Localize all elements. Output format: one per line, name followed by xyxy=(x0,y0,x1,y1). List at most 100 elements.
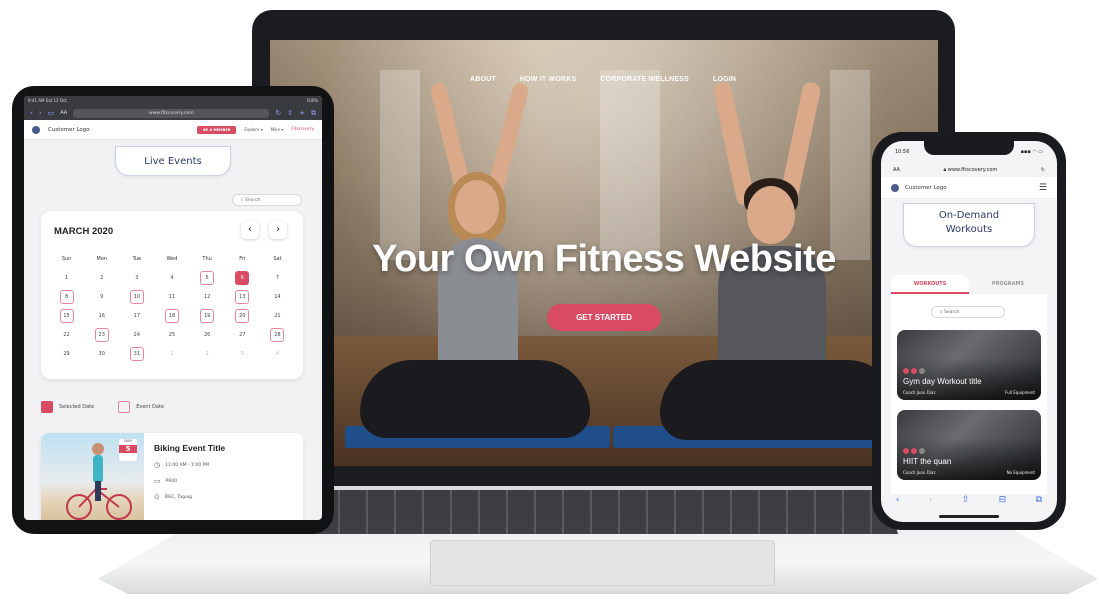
calendar-day[interactable]: 16 xyxy=(84,308,119,323)
calendar-day[interactable]: 30 xyxy=(84,346,119,361)
prev-month-button[interactable]: ‹ xyxy=(241,221,259,239)
forward-arrow-icon[interactable]: › xyxy=(929,495,933,505)
nav-how-it-works[interactable]: HOW IT WORKS xyxy=(520,76,576,83)
tab-workouts[interactable]: WORKOUTS xyxy=(891,275,969,294)
calendar-day[interactable]: 2 xyxy=(84,270,119,285)
day-number: 13 xyxy=(235,289,250,304)
content-tabs: WORKOUTS PROGRAMS xyxy=(891,275,1047,294)
tabs-icon[interactable]: ⧉ xyxy=(1036,495,1042,505)
event-card[interactable]: MAR 5 Biking Event Title ◷ 11:00 AM - 1:0… xyxy=(41,433,303,520)
phone-screen: 10:56 ▪▪▪ ◠ ▭ AA 🔒︎ www.fitscovery.com ↻… xyxy=(881,141,1057,522)
day-number: 23 xyxy=(94,327,109,342)
book-icon[interactable]: ▭ xyxy=(48,109,55,117)
calendar-day-event[interactable]: 8 xyxy=(49,289,84,304)
calendar-day[interactable]: 27 xyxy=(225,327,260,342)
forward-arrow-icon[interactable]: › xyxy=(39,109,42,117)
calendar-day[interactable]: 22 xyxy=(49,327,84,342)
event-time-text: 11:00 AM - 1:00 PM xyxy=(165,462,210,468)
new-tab-icon[interactable]: + xyxy=(299,109,305,117)
calendar-day[interactable]: 12 xyxy=(190,289,225,304)
text-size-button[interactable]: AA xyxy=(60,110,67,116)
weekday-header: Tue xyxy=(132,255,142,262)
calendar-day[interactable]: 11 xyxy=(154,289,189,304)
event-price-text: P600 xyxy=(165,478,177,484)
share-icon[interactable]: ⇧ xyxy=(962,495,970,505)
day-number: 2 xyxy=(205,350,209,357)
bookmarks-icon[interactable]: ⊟ xyxy=(999,495,1007,505)
address-bar[interactable]: www.fitscovery.com xyxy=(73,108,270,118)
calendar-legend: Selected Date Event Date xyxy=(41,401,164,413)
back-arrow-icon[interactable]: ‹ xyxy=(896,495,900,505)
phone-address-bar[interactable]: AA 🔒︎ www.fitscovery.com ↻ xyxy=(881,163,1057,177)
calendar-day-event[interactable]: 23 xyxy=(84,327,119,342)
location-pin-icon: ⊙ xyxy=(154,493,160,501)
nav-login[interactable]: LOGIN xyxy=(713,76,736,83)
day-number: 26 xyxy=(203,331,211,338)
phone-url: www.fitscovery.com xyxy=(947,167,998,173)
hamburger-menu-icon[interactable]: ☰ xyxy=(1039,183,1047,193)
text-size-button[interactable]: AA xyxy=(893,167,900,173)
tab-programs[interactable]: PROGRAMS xyxy=(969,275,1047,294)
calendar-day[interactable]: 29 xyxy=(49,346,84,361)
event-image: MAR 5 xyxy=(41,433,144,520)
calendar-day[interactable]: 24 xyxy=(119,327,154,342)
calendar-day[interactable]: 3 xyxy=(119,270,154,285)
day-number: 30 xyxy=(98,350,105,357)
customer-logo[interactable]: Customer Logo xyxy=(905,185,947,191)
be-a-member-button[interactable]: BE A MEMBER xyxy=(197,125,237,134)
calendar-day-event[interactable]: 5 xyxy=(190,270,225,285)
workout-card[interactable]: HIIT the quan Coach Juan Diaz No Equipme… xyxy=(897,410,1041,480)
calendar-day[interactable]: 9 xyxy=(84,289,119,304)
calendar-day-event[interactable]: 18 xyxy=(154,308,189,323)
calendar-day-event[interactable]: 19 xyxy=(190,308,225,323)
calendar-day[interactable]: 4 xyxy=(154,270,189,285)
day-number: 25 xyxy=(168,331,176,338)
calendar-day-event[interactable]: 10 xyxy=(119,289,154,304)
event-title: Biking Event Title xyxy=(154,443,226,453)
day-number: 8 xyxy=(59,289,74,304)
day-number: 3 xyxy=(240,350,244,357)
tablet-status-bar: 9:41 AM Sat 12 Oct 100% xyxy=(24,96,322,106)
calendar-day[interactable]: 1 xyxy=(49,270,84,285)
day-number: 12 xyxy=(203,293,211,300)
next-month-button[interactable]: › xyxy=(269,221,287,239)
calendar-day-event[interactable]: 15 xyxy=(49,308,84,323)
user-menu[interactable]: Mike ▾ xyxy=(271,127,283,132)
calendar-day-event[interactable]: 28 xyxy=(260,327,295,342)
calendar-day-event[interactable]: 20 xyxy=(225,308,260,323)
event-location-text: BGC, Taguig xyxy=(164,494,192,500)
calendar-grid: Sun Mon Tue Wed Thu Fri Sat 1 2 3 4 5 6 7 8 9 10 11 12 13 14… xyxy=(49,251,295,361)
customer-logo[interactable]: Customer Logo xyxy=(48,127,189,133)
calendar-day[interactable]: 21 xyxy=(260,308,295,323)
back-arrow-icon[interactable]: ‹ xyxy=(30,109,33,117)
battery-level: 100% xyxy=(306,98,318,103)
nav-about[interactable]: ABOUT xyxy=(470,76,496,83)
day-number: 4 xyxy=(275,350,279,357)
hero-title: Your Own Fitness Website xyxy=(372,238,836,280)
selected-swatch xyxy=(41,401,53,413)
calendar-day[interactable]: 26 xyxy=(190,327,225,342)
laptop-trackpad xyxy=(430,540,775,586)
get-started-button[interactable]: GET STARTED xyxy=(547,304,661,331)
workout-title: Gym day Workout title xyxy=(903,377,982,386)
explore-menu[interactable]: Explore ▾ xyxy=(244,127,262,132)
reload-icon[interactable]: ↻ xyxy=(1041,167,1045,173)
calendar-day-event[interactable]: 31 xyxy=(119,346,154,361)
tabs-icon[interactable]: ⧉ xyxy=(311,109,316,118)
calendar-day[interactable]: 14 xyxy=(260,289,295,304)
calendar-day[interactable]: 25 xyxy=(154,327,189,342)
laptop-keyboard xyxy=(312,490,898,534)
share-icon[interactable]: ⇧ xyxy=(287,109,293,117)
calendar-day-event[interactable]: 13 xyxy=(225,289,260,304)
search-input[interactable]: ⌕ Search xyxy=(232,194,302,206)
fitscovery-logo[interactable]: Fitscovery xyxy=(291,127,314,132)
nav-corporate-wellness[interactable]: CORPORATE WELLNESS xyxy=(600,76,689,83)
calendar-day[interactable]: 7 xyxy=(260,270,295,285)
reload-icon[interactable]: ↻ xyxy=(275,109,281,117)
day-number: 19 xyxy=(200,308,215,323)
calendar-day[interactable]: 17 xyxy=(119,308,154,323)
calendar-day-selected[interactable]: 6 xyxy=(225,270,260,285)
search-input[interactable]: ⌕ Search xyxy=(931,306,1005,318)
day-number: 21 xyxy=(274,312,281,319)
workout-card[interactable]: Gym day Workout title Coach Juan Diaz Fu… xyxy=(897,330,1041,400)
